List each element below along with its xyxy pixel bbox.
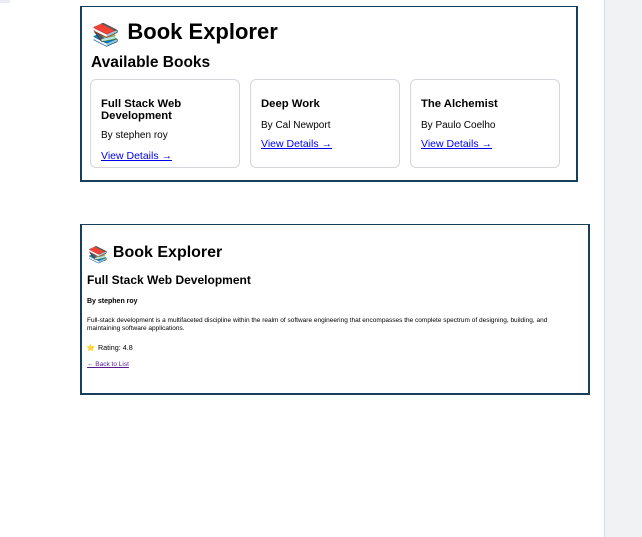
book-rating: ⭐ Rating: 4.8 (86, 343, 133, 353)
right-gutter (605, 0, 642, 537)
book-description: Full-stack development is a multifaceted… (87, 317, 548, 332)
books-icon: 📚 (88, 247, 108, 264)
book-title: Full Stack Web Development (87, 273, 251, 287)
book-card-title: Deep Work (261, 98, 320, 110)
book-card: The Alchemist By Paulo Coelho View Detai… (410, 79, 560, 168)
book-card-author: By Cal Newport (261, 120, 331, 131)
view-details-link[interactable]: View Details → (261, 138, 332, 150)
view-details-link[interactable]: View Details → (101, 150, 172, 162)
view-details-link[interactable]: View Details → (421, 138, 492, 150)
app-title: 📚 Book Explorer (92, 19, 278, 48)
app-title: 📚 Book Explorer (88, 243, 222, 266)
book-detail-panel: 📚 Book Explorer Full Stack Web Developmen… (80, 224, 590, 395)
star-icon: ⭐ (86, 343, 95, 352)
app-title-text: Book Explorer (112, 244, 223, 261)
book-card: Full Stack Web Development By stephen ro… (90, 79, 240, 168)
book-card-author: By stephen roy (101, 130, 168, 141)
book-card-title: Full Stack Web Development (101, 98, 182, 122)
section-title: Available Books (91, 54, 211, 71)
books-icon: 📚 (92, 22, 120, 47)
book-card-title: The Alchemist (421, 98, 498, 110)
back-to-list-link[interactable]: ← Back to List (87, 361, 129, 369)
app-title-text: Book Explorer (127, 19, 278, 44)
book-author: By stephen roy (87, 298, 138, 305)
rating-text: Rating: 4.8 (97, 343, 133, 352)
book-card: Deep Work By Cal Newport View Details → (250, 79, 400, 168)
book-card-author: By Paulo Coelho (421, 120, 496, 131)
book-list-panel: 📚 Book Explorer Available Books Full Stac… (80, 6, 578, 182)
